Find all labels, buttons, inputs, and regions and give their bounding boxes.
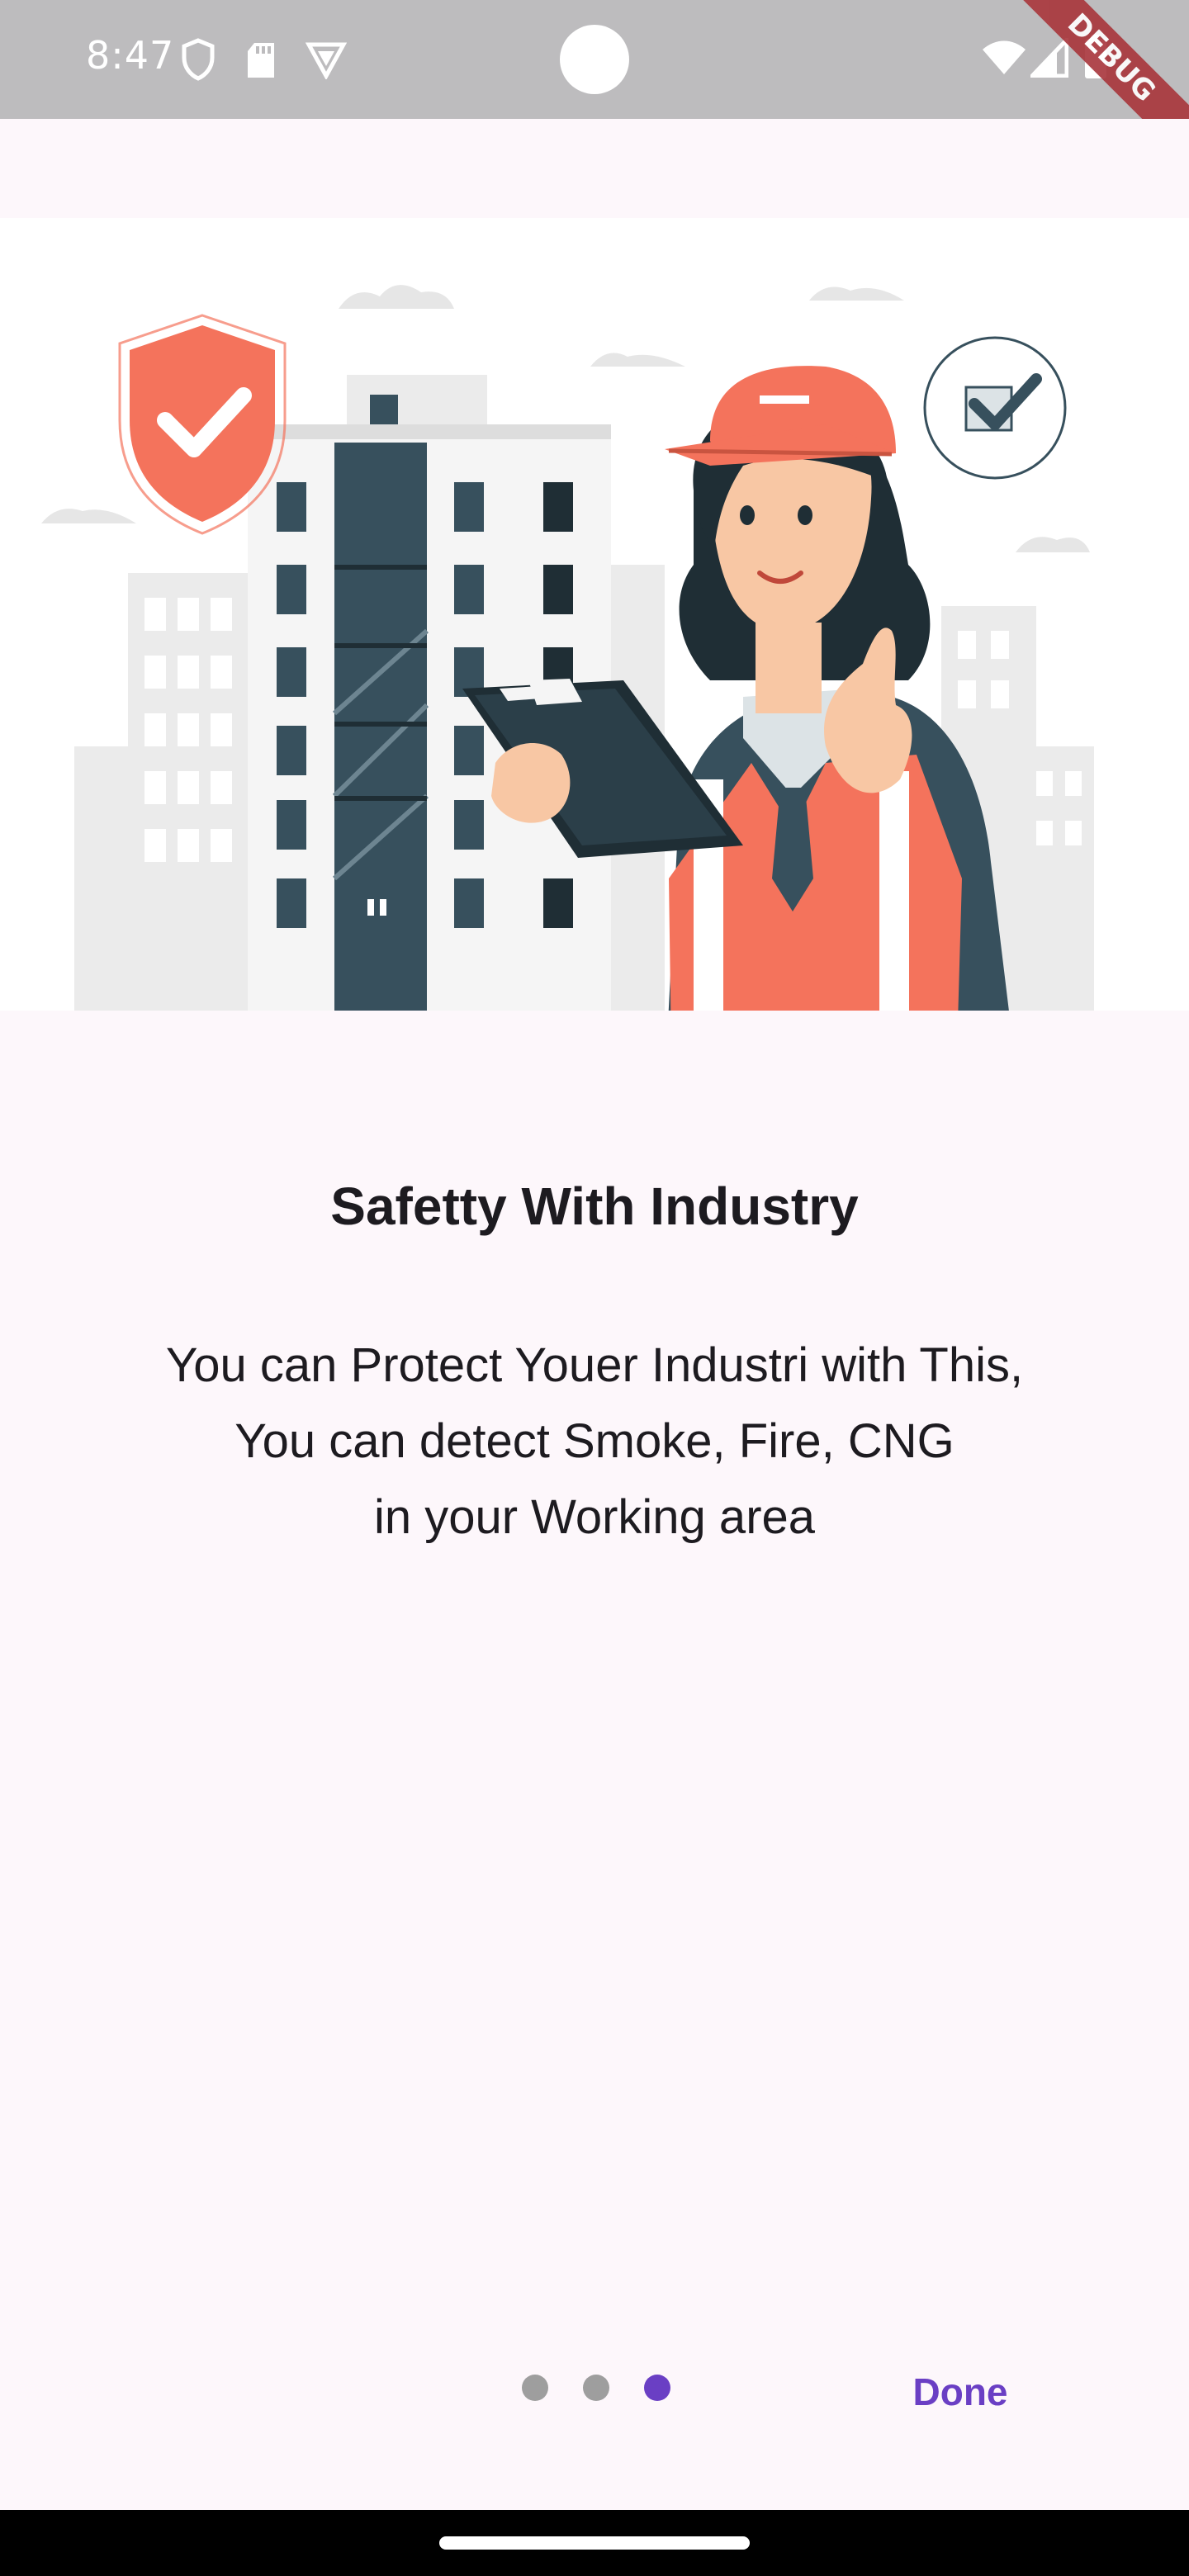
onboarding-body-line: You can detect Smoke, Fire, CNG (234, 1414, 955, 1468)
safety-worker-illustration (0, 218, 1189, 1171)
sd-card-icon (248, 43, 274, 78)
onboarding-title: Safetty With Industry (330, 1177, 859, 1236)
onboarding-body-line: in your Working area (373, 1490, 816, 1544)
status-time: 8:47 (86, 33, 175, 78)
shield-icon (182, 38, 215, 81)
app-top-spacer (0, 119, 1189, 218)
wifi-icon (983, 40, 1026, 74)
page-dot-1[interactable] (522, 2375, 548, 2401)
camera-cutout (560, 25, 629, 94)
onboarding-body: You can Protect Youer Industri with This… (83, 1328, 1106, 1556)
done-button[interactable]: Done (892, 2363, 1029, 2421)
page-dot-2[interactable] (583, 2375, 609, 2401)
status-bar: 8:47 DEBUG (0, 0, 1189, 173)
signal-icon (1030, 38, 1068, 78)
home-gesture-handle[interactable] (439, 2536, 750, 2550)
onboarding-body-line: You can Protect Youer Industri with This… (165, 1338, 1024, 1392)
illustration-graphic (41, 285, 1094, 1171)
page-dot-3-active[interactable] (644, 2375, 670, 2401)
vpn-icon (306, 42, 347, 79)
